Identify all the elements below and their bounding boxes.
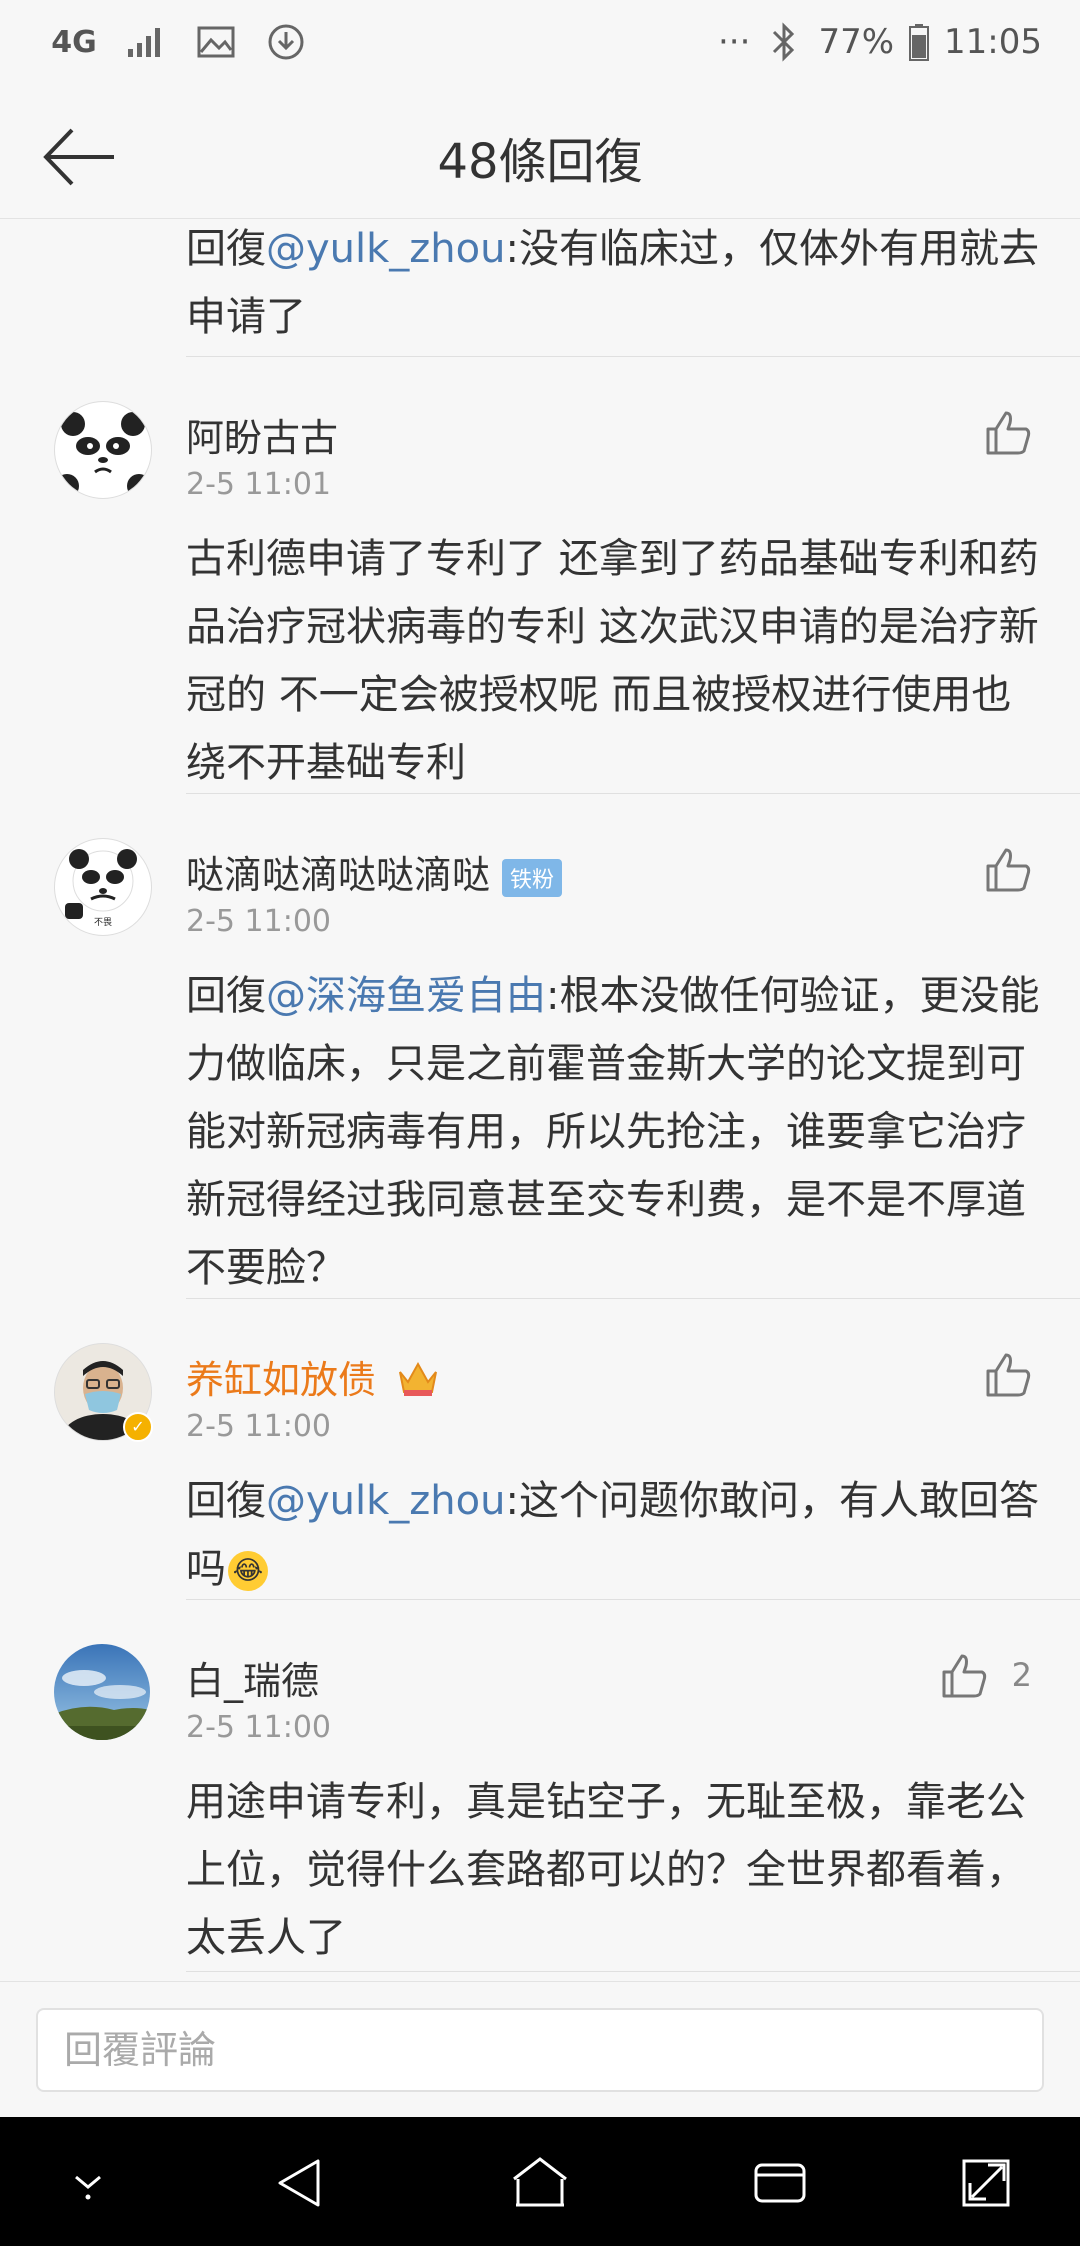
page-title: 48條回復 xyxy=(437,134,643,190)
verified-badge-icon: ✓ xyxy=(123,1412,153,1442)
username[interactable]: 养缸如放债 xyxy=(186,1358,376,1402)
home-icon xyxy=(513,2157,567,2207)
comment-item[interactable]: ✓ 养缸如放债 2-5 11:00 回復@yulk_zhou:这个问题你敢问，有… xyxy=(0,1299,1080,1599)
avatar[interactable] xyxy=(54,401,152,499)
navigation-bar xyxy=(0,2117,1080,2246)
fan-badge: 铁粉 xyxy=(502,858,563,897)
reply-prefix: 回復 xyxy=(186,226,266,272)
reply-bar: 回覆評論 xyxy=(0,1981,1080,2118)
reply-prefix: 回復 xyxy=(186,973,266,1019)
comment-text: 古利德申请了专利了 还拿到了药品基础专利和药品治疗冠状病毒的专利 这次武汉申请的… xyxy=(186,536,1039,786)
mention-link[interactable]: @yulk_zhou xyxy=(266,226,505,272)
reply-prefix: 回復 xyxy=(186,1478,266,1524)
battery-icon xyxy=(908,22,930,62)
like-button[interactable] xyxy=(940,1652,988,1698)
clock: 11:05 xyxy=(944,22,1042,62)
username[interactable]: 阿盼古古 xyxy=(186,407,338,462)
back-nav-button[interactable] xyxy=(268,2153,332,2213)
home-button[interactable] xyxy=(508,2153,572,2213)
battery-percent: 77% xyxy=(818,22,895,62)
image-icon xyxy=(196,22,236,62)
mention-link[interactable]: @yulk_zhou xyxy=(266,1478,505,1524)
panda-avatar-icon xyxy=(55,412,151,498)
thumbs-up-icon xyxy=(986,848,1031,892)
username[interactable]: 哒滴哒滴哒哒滴哒 xyxy=(186,853,490,897)
recents-button[interactable] xyxy=(748,2153,812,2213)
landscape-avatar-icon xyxy=(54,1644,150,1740)
avatar[interactable]: 不畏 xyxy=(54,838,152,936)
mention-link[interactable]: @深海鱼爱自由 xyxy=(266,973,546,1019)
comment-text: 回復@深海鱼爱自由:根本没做任何验证，更没能力做临床，只是之前霍普金斯大学的论文… xyxy=(186,962,1046,1302)
like-button[interactable] xyxy=(984,409,1032,455)
avatar[interactable]: ✓ xyxy=(54,1343,153,1442)
comment-text: 回復@yulk_zhou:这个问题你敢问，有人敢回答吗 😂 xyxy=(186,1467,1046,1603)
timestamp: 2-5 11:00 xyxy=(186,904,331,939)
header: 48條回復 xyxy=(0,92,1080,219)
comment-text: 用途申请专利，真是钻空子，无耻至极，靠老公上位，觉得什么套路都可以的？全世界都看… xyxy=(186,1779,1026,1961)
expand-button[interactable] xyxy=(956,2153,1020,2213)
comment-list[interactable]: 回復@yulk_zhou:没有临床过，仅体外有用就去申请了 阿盼古古 2-5 1… xyxy=(0,219,1080,1981)
thumbs-up-icon xyxy=(942,1654,987,1698)
username-row: 养缸如放债 xyxy=(186,1349,440,1407)
list-item-fragment: 回復@yulk_zhou:没有临床过，仅体外有用就去申请了 xyxy=(186,219,1046,351)
username-row: 哒滴哒滴哒哒滴哒 铁粉 xyxy=(186,844,563,899)
like-button[interactable] xyxy=(984,1351,1032,1397)
like-count: 2 xyxy=(1011,1656,1032,1694)
bluetooth-icon xyxy=(764,22,804,62)
recents-icon xyxy=(754,2163,806,2203)
like-button[interactable] xyxy=(984,846,1032,892)
divider xyxy=(186,1971,1080,1972)
expand-icon xyxy=(962,2159,1010,2207)
chevron-down-icon xyxy=(75,2175,101,2200)
network-4g-icon: 4G xyxy=(51,22,97,62)
network-label: 4G xyxy=(51,24,97,60)
avatar-caption: 不畏 xyxy=(93,918,112,928)
thumbs-up-icon xyxy=(986,411,1031,455)
comment-item[interactable]: 白_瑞德 2-5 11:00 2 用途申请专利，真是钻空子，无耻至极，靠老公上位… xyxy=(0,1600,1080,1981)
back-triangle-icon xyxy=(278,2159,320,2207)
thumbs-up-icon xyxy=(986,1353,1031,1397)
vip-crown-icon xyxy=(396,1358,440,1407)
timestamp: 2-5 11:01 xyxy=(186,467,331,502)
username[interactable]: 白_瑞德 xyxy=(186,1650,319,1705)
comment-body: :根本没做任何验证，更没能力做临床，只是之前霍普金斯大学的论文提到可能对新冠病毒… xyxy=(186,973,1040,1291)
timestamp: 2-5 11:00 xyxy=(186,1409,331,1444)
reply-input[interactable]: 回覆評論 xyxy=(36,2008,1044,2092)
status-bar: 4G ··· 77% 11:05 xyxy=(0,0,1080,92)
hide-keyboard-button[interactable] xyxy=(56,2153,120,2213)
timestamp: 2-5 11:00 xyxy=(186,1710,331,1745)
download-icon xyxy=(266,22,306,62)
comment-item[interactable]: 不畏 哒滴哒滴哒哒滴哒 铁粉 2-5 11:00 回復@深海鱼爱自由:根本没做任何… xyxy=(0,794,1080,1294)
laughing-emoji-icon: 😂 xyxy=(228,1551,268,1591)
comment-item[interactable]: 阿盼古古 2-5 11:01 古利德申请了专利了 还拿到了药品基础专利和药品治疗… xyxy=(0,357,1080,786)
more-dots: ··· xyxy=(718,22,751,62)
signal-icon xyxy=(126,22,166,62)
avatar[interactable] xyxy=(54,1644,150,1740)
